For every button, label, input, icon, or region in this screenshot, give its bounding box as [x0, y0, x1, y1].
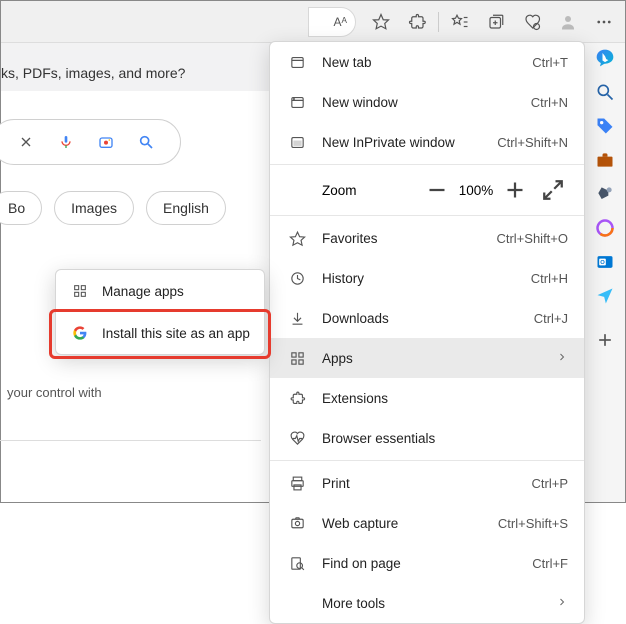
- menu-label: More tools: [322, 596, 556, 611]
- capture-icon: [286, 515, 308, 532]
- star-icon: [286, 230, 308, 247]
- browser-essentials-heart-icon[interactable]: [517, 7, 547, 37]
- chevron-right-icon: [556, 596, 568, 611]
- settings-more-icon[interactable]: [589, 7, 619, 37]
- menu-web-capture[interactable]: Web capture Ctrl+Shift+S: [270, 503, 584, 543]
- submenu-install-app[interactable]: Install this site as an app: [56, 312, 264, 354]
- menu-label: Downloads: [322, 311, 534, 326]
- menu-shortcut: Ctrl+Shift+N: [497, 135, 568, 150]
- bing-chat-icon[interactable]: [594, 47, 616, 69]
- zoom-out-button[interactable]: [422, 175, 452, 205]
- clear-x-icon[interactable]: [18, 131, 34, 153]
- collections-icon[interactable]: [481, 7, 511, 37]
- menu-new-window[interactable]: New window Ctrl+N: [270, 82, 584, 122]
- menu-shortcut: Ctrl+T: [532, 55, 568, 70]
- menu-browser-essentials[interactable]: Browser essentials: [270, 418, 584, 458]
- inprivate-icon: [286, 134, 308, 151]
- tools-briefcase-icon[interactable]: [594, 149, 616, 171]
- menu-label: Browser essentials: [322, 431, 568, 446]
- menu-find[interactable]: Find on page Ctrl+F: [270, 543, 584, 583]
- menu-label: New window: [322, 95, 531, 110]
- menu-label: Find on page: [322, 556, 532, 571]
- toolbar-separator: [438, 12, 439, 32]
- send-plane-icon[interactable]: [594, 285, 616, 307]
- address-bar-end[interactable]: Aᴬ: [308, 7, 356, 37]
- new-window-icon: [286, 94, 308, 111]
- outlook-icon[interactable]: O: [594, 251, 616, 273]
- profile-icon[interactable]: [553, 7, 583, 37]
- settings-menu: New tab Ctrl+T New window Ctrl+N New InP…: [269, 41, 585, 624]
- zoom-in-button[interactable]: [500, 175, 530, 205]
- menu-shortcut: Ctrl+Shift+O: [496, 231, 568, 246]
- history-icon: [286, 270, 308, 287]
- menu-print[interactable]: Print Ctrl+P: [270, 463, 584, 503]
- chip-english[interactable]: English: [146, 191, 226, 225]
- browser-toolbar: Aᴬ: [1, 1, 625, 43]
- menu-shortcut: Ctrl+F: [532, 556, 568, 571]
- menu-divider: [270, 164, 584, 165]
- menu-label: Print: [322, 476, 532, 491]
- divider: [0, 440, 261, 441]
- add-sidebar-icon[interactable]: [594, 329, 616, 351]
- menu-label: History: [322, 271, 531, 286]
- search-icon[interactable]: [594, 81, 616, 103]
- menu-shortcut: Ctrl+Shift+S: [498, 516, 568, 531]
- microsoft365-icon[interactable]: [594, 217, 616, 239]
- menu-label: New tab: [322, 55, 532, 70]
- print-icon: [286, 475, 308, 492]
- lens-camera-icon[interactable]: [98, 131, 114, 153]
- voice-mic-icon[interactable]: [58, 131, 74, 153]
- edge-sidebar: O: [585, 43, 625, 502]
- menu-history[interactable]: History Ctrl+H: [270, 258, 584, 298]
- menu-shortcut: Ctrl+H: [531, 271, 568, 286]
- menu-apps[interactable]: Apps: [270, 338, 584, 378]
- favorite-star-icon[interactable]: [366, 7, 396, 37]
- menu-shortcut: Ctrl+P: [532, 476, 568, 491]
- menu-label: Web capture: [322, 516, 498, 531]
- extensions-puzzle-icon[interactable]: [402, 7, 432, 37]
- read-aloud-icon[interactable]: Aᴬ: [334, 15, 347, 29]
- search-magnifier-icon[interactable]: [138, 131, 154, 153]
- svg-text:O: O: [600, 260, 605, 266]
- menu-shortcut: Ctrl+N: [531, 95, 568, 110]
- google-g-icon: [70, 325, 90, 341]
- menu-divider: [270, 460, 584, 461]
- games-icon[interactable]: [594, 183, 616, 205]
- find-icon: [286, 555, 308, 572]
- chip-bo[interactable]: Bo: [0, 191, 42, 225]
- chevron-right-icon: [556, 351, 568, 366]
- menu-extensions[interactable]: Extensions: [270, 378, 584, 418]
- fullscreen-icon[interactable]: [538, 175, 568, 205]
- menu-divider: [270, 215, 584, 216]
- menu-label: Apps: [322, 351, 556, 366]
- apps-grid-icon: [286, 350, 308, 367]
- menu-shortcut: Ctrl+J: [534, 311, 568, 326]
- download-icon: [286, 310, 308, 327]
- google-search-box[interactable]: [0, 119, 181, 165]
- shopping-tag-icon[interactable]: [594, 115, 616, 137]
- apps-grid-icon: [70, 283, 90, 299]
- chip-images[interactable]: Images: [54, 191, 134, 225]
- menu-downloads[interactable]: Downloads Ctrl+J: [270, 298, 584, 338]
- submenu-manage-apps[interactable]: Manage apps: [56, 270, 264, 312]
- menu-more-tools[interactable]: More tools: [270, 583, 584, 623]
- puzzle-icon: [286, 390, 308, 407]
- menu-label: Favorites: [322, 231, 496, 246]
- menu-zoom: Zoom 100%: [270, 167, 584, 213]
- menu-new-tab[interactable]: New tab Ctrl+T: [270, 42, 584, 82]
- submenu-label: Manage apps: [102, 284, 184, 299]
- menu-new-inprivate[interactable]: New InPrivate window Ctrl+Shift+N: [270, 122, 584, 162]
- pulse-heart-icon: [286, 430, 308, 447]
- favorites-list-icon[interactable]: [445, 7, 475, 37]
- submenu-label: Install this site as an app: [102, 326, 250, 341]
- zoom-label: Zoom: [286, 183, 422, 198]
- apps-submenu: Manage apps Install this site as an app: [55, 269, 265, 355]
- menu-label: New InPrivate window: [322, 135, 497, 150]
- menu-label: Extensions: [322, 391, 568, 406]
- menu-favorites[interactable]: Favorites Ctrl+Shift+O: [270, 218, 584, 258]
- new-tab-icon: [286, 54, 308, 71]
- zoom-value: 100%: [452, 183, 500, 198]
